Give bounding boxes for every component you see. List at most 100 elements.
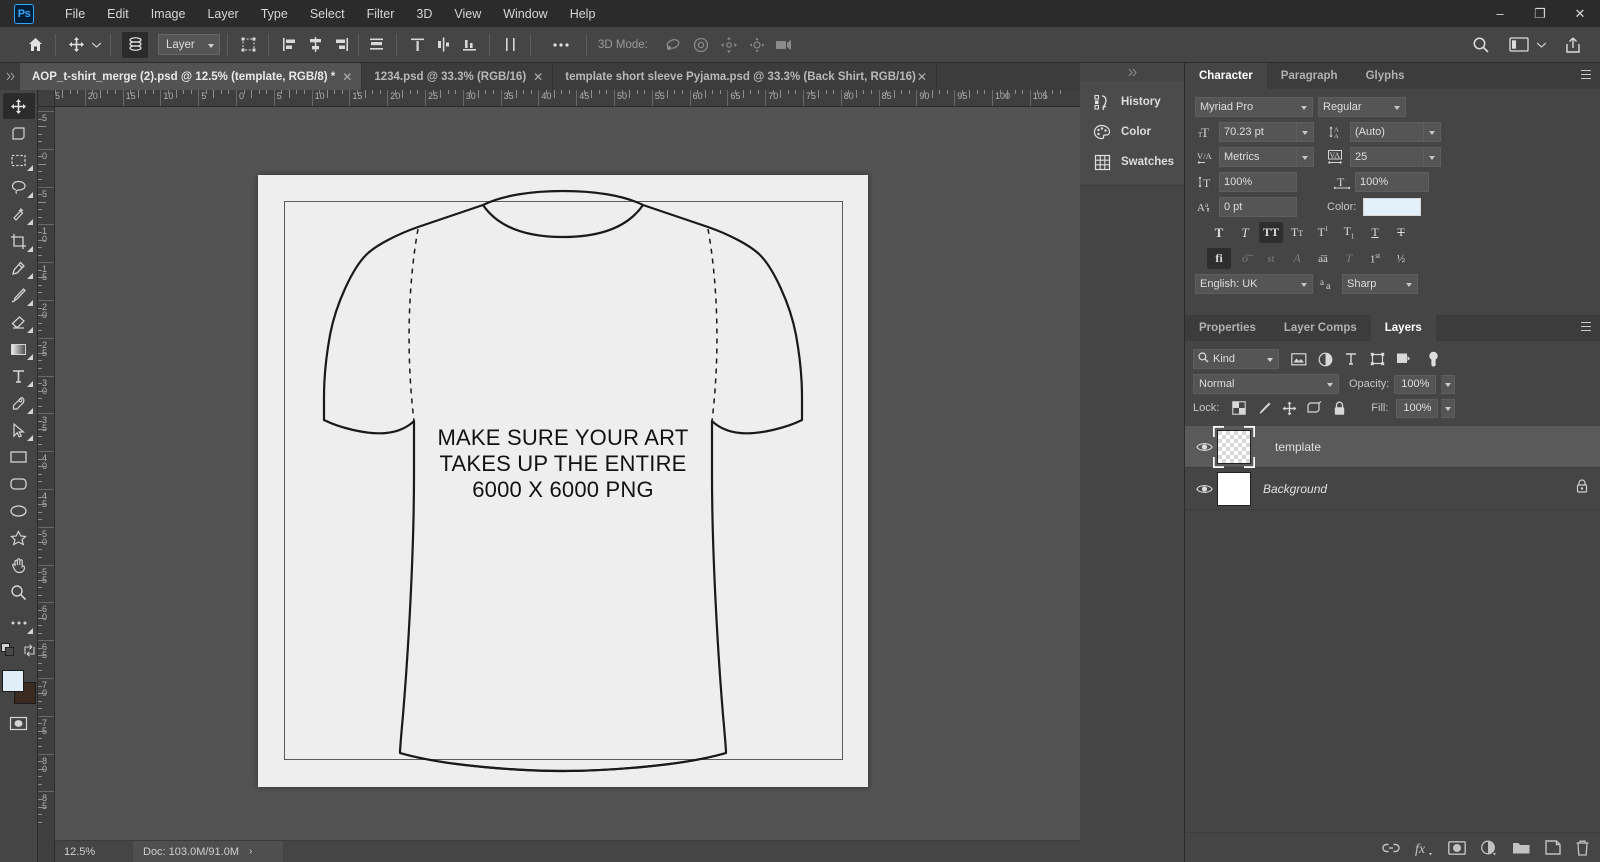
swap-colors-icon[interactable] <box>23 643 36 662</box>
dock-grip[interactable] <box>1080 63 1184 81</box>
close-icon[interactable]: ✕ <box>917 70 927 84</box>
align-top-edges-icon[interactable] <box>363 32 389 58</box>
status-expand-arrow-icon[interactable]: › <box>249 846 252 857</box>
language-dropdown[interactable]: English: UK <box>1195 274 1313 294</box>
layer-thumbnail[interactable] <box>1217 429 1251 464</box>
rotate-3d-icon[interactable] <box>660 32 686 58</box>
vertical-scale-field[interactable]: 100% <box>1219 172 1297 192</box>
distribute-top-edges-icon[interactable] <box>404 32 430 58</box>
tracking-field[interactable]: 25 <box>1350 147 1424 167</box>
vertical-ruler[interactable]: 5 0 5 10 15 20 25 30 35 40 45 50 55 60 65 70 75 80 85 <box>38 107 55 862</box>
layer-style-fx-icon[interactable]: fx <box>1414 840 1434 856</box>
lock-image-pixels-icon[interactable] <box>1253 398 1275 418</box>
menu-help[interactable]: Help <box>559 4 607 24</box>
delete-layer-icon[interactable] <box>1575 840 1590 856</box>
small-caps-button[interactable]: TT <box>1285 222 1309 243</box>
lock-artboard-nesting-icon[interactable] <box>1303 398 1325 418</box>
tab-paragraph[interactable]: Paragraph <box>1267 63 1352 89</box>
artboard[interactable]: MAKE SURE YOUR ART TAKES UP THE ENTIRE 6… <box>258 175 868 787</box>
search-icon[interactable] <box>1468 32 1494 58</box>
filter-pixel-icon[interactable] <box>1288 349 1310 369</box>
align-horizontal-centers-icon[interactable] <box>302 32 328 58</box>
lasso-tool[interactable] <box>3 174 35 200</box>
layer-name[interactable]: template <box>1275 440 1321 454</box>
distribute-spacing-icon[interactable] <box>497 32 523 58</box>
zoom-level[interactable]: 12.5% <box>55 846 133 858</box>
document-info[interactable]: Doc: 103.0M/91.0M › <box>133 840 283 862</box>
menu-view[interactable]: View <box>443 4 492 24</box>
layer-visibility-toggle-icon[interactable] <box>1191 483 1217 495</box>
align-left-edges-icon[interactable] <box>276 32 302 58</box>
new-adjustment-layer-icon[interactable] <box>1480 840 1498 856</box>
menu-type[interactable]: Type <box>250 4 299 24</box>
menu-image[interactable]: Image <box>140 4 197 24</box>
distribute-vertical-centers-icon[interactable] <box>430 32 456 58</box>
leading-dropdown-arrow[interactable] <box>1424 122 1441 142</box>
crop-tool[interactable] <box>3 228 35 254</box>
tab-bar-grip[interactable] <box>0 63 20 90</box>
text-color-swatch[interactable] <box>1363 198 1422 216</box>
default-colors-icon[interactable] <box>1 643 15 662</box>
strikethrough-button[interactable]: T <box>1389 222 1413 243</box>
fractions-button[interactable]: ½ <box>1389 248 1413 269</box>
eyedropper-tool[interactable] <box>3 255 35 281</box>
oldstyle-button[interactable]: a͞a <box>1311 248 1335 269</box>
opacity-stepper[interactable] <box>1441 374 1456 394</box>
kerning-dropdown-arrow[interactable] <box>1297 147 1314 167</box>
rounded-rectangle-tool[interactable] <box>3 471 35 497</box>
move-tool[interactable] <box>2 93 35 119</box>
pen-tool[interactable] <box>3 390 35 416</box>
maximize-button[interactable]: ❐ <box>1520 0 1560 27</box>
hand-tool[interactable] <box>3 552 35 578</box>
discretionary-ligatures-button[interactable]: st <box>1259 248 1283 269</box>
roll-3d-icon[interactable] <box>688 32 714 58</box>
layer-name[interactable]: Background <box>1263 482 1327 496</box>
document-tab-1234[interactable]: 1234.psd @ 33.3% (RGB/16) ✕ <box>362 63 554 90</box>
custom-shape-tool[interactable] <box>3 525 35 551</box>
underline-button[interactable]: T <box>1363 222 1387 243</box>
antialias-dropdown[interactable]: Sharp <box>1342 274 1418 294</box>
font-size-field[interactable]: 70.23 pt <box>1219 122 1297 142</box>
add-layer-mask-icon[interactable] <box>1448 840 1466 855</box>
titling-alternates-button[interactable]: T <box>1337 248 1361 269</box>
swash-button[interactable]: A <box>1285 248 1309 269</box>
rectangle-tool[interactable] <box>3 444 35 470</box>
superscript-button[interactable]: T1 <box>1311 222 1335 243</box>
foreground-color-swatch[interactable] <box>1 670 24 692</box>
panel-menu-icon[interactable] <box>1580 321 1592 332</box>
opacity-field[interactable]: 100% <box>1394 374 1437 394</box>
dock-item-color[interactable]: Color <box>1080 117 1184 147</box>
menu-file[interactable]: File <box>54 4 96 24</box>
close-icon[interactable]: ✕ <box>342 70 352 84</box>
contextual-alternates-button[interactable]: o͠ <box>1233 248 1257 269</box>
home-icon[interactable] <box>22 32 48 58</box>
tab-layer-comps[interactable]: Layer Comps <box>1270 315 1371 341</box>
layer-row-background[interactable]: Background <box>1185 468 1600 510</box>
tab-glyphs[interactable]: Glyphs <box>1352 63 1419 89</box>
eraser-tool[interactable] <box>3 309 35 335</box>
layer-filter-kind-dropdown[interactable]: Kind <box>1193 349 1279 369</box>
tab-character[interactable]: Character <box>1185 63 1267 89</box>
leading-field[interactable]: (Auto) <box>1350 122 1424 142</box>
artboard-tool[interactable] <box>3 120 35 146</box>
menu-layer[interactable]: Layer <box>196 4 249 24</box>
workspace-chevron-down-icon[interactable] <box>1534 32 1548 58</box>
new-layer-icon[interactable] <box>1545 840 1561 855</box>
dock-item-swatches[interactable]: Swatches <box>1080 147 1184 177</box>
fill-stepper[interactable] <box>1441 398 1456 418</box>
filter-smartobject-icon[interactable] <box>1392 349 1414 369</box>
horizontal-ruler[interactable]: 2520151050510152025303540455055606570758… <box>55 90 1080 107</box>
move-tool-options-chevron-icon[interactable] <box>89 32 103 58</box>
move-tool-icon[interactable] <box>63 32 89 58</box>
tab-properties[interactable]: Properties <box>1185 315 1270 341</box>
faux-italic-button[interactable]: T <box>1233 222 1257 243</box>
font-style-dropdown[interactable]: Regular <box>1318 97 1406 117</box>
horizontal-scale-field[interactable]: 100% <box>1355 172 1429 192</box>
share-icon[interactable] <box>1560 32 1586 58</box>
gradient-tool[interactable] <box>3 336 35 362</box>
align-right-edges-icon[interactable] <box>328 32 354 58</box>
distribute-bottom-edges-icon[interactable] <box>456 32 482 58</box>
faux-bold-button[interactable]: T <box>1207 222 1231 243</box>
tab-layers[interactable]: Layers <box>1370 315 1436 341</box>
panel-menu-icon[interactable] <box>1580 69 1592 80</box>
